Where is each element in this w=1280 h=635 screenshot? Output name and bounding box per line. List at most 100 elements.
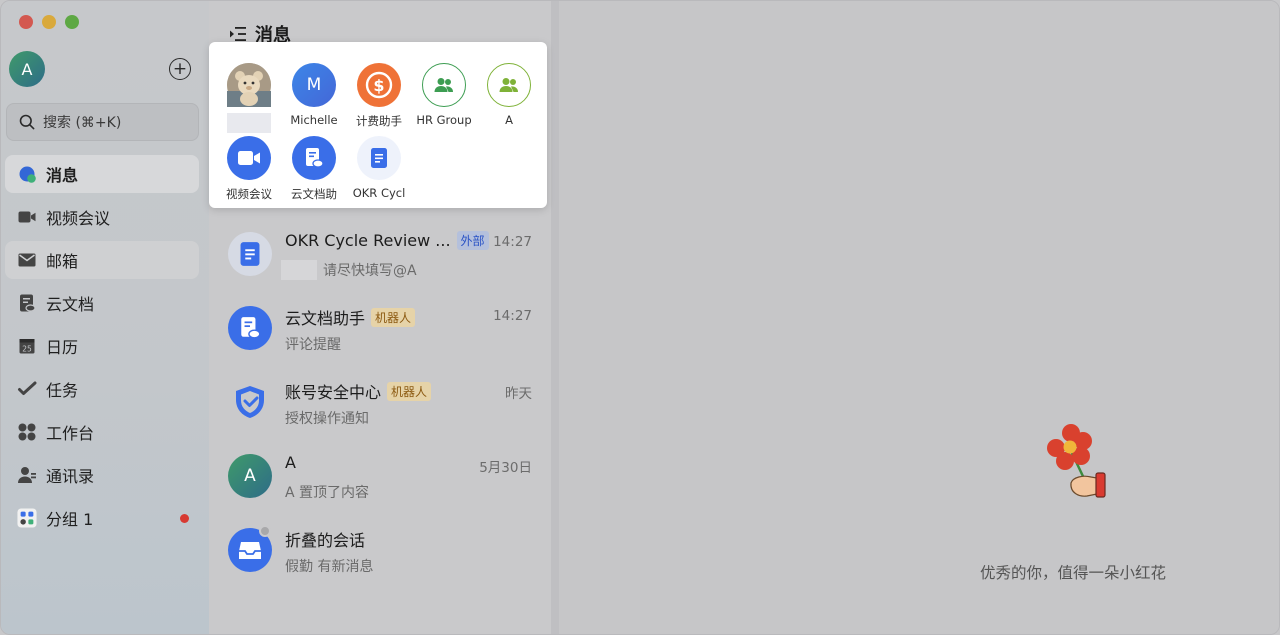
chat-time: 14:27 xyxy=(493,234,532,250)
sidebar-item-video-meetings[interactable]: 视频会议 xyxy=(5,198,199,236)
close-window-button[interactable] xyxy=(19,15,33,29)
search-icon xyxy=(19,114,35,130)
add-button[interactable]: + xyxy=(169,58,191,80)
pinned-item-label: 云文档助 xyxy=(291,187,337,201)
pinned-item[interactable]: HR Group xyxy=(412,63,476,127)
shield-icon xyxy=(228,380,272,424)
pinned-item[interactable]: 视频会议 xyxy=(217,136,281,202)
zoom-window-button[interactable] xyxy=(65,15,79,29)
chat-row[interactable]: 账号安全中心 机器人 昨天 授权操作通知 xyxy=(209,367,551,437)
video-camera-icon xyxy=(227,136,271,180)
pinned-item[interactable]: 云文档助 xyxy=(282,136,346,202)
cloud-doc-icon xyxy=(292,136,336,180)
chat-row[interactable]: A A 5月30日 A 置顶了内容 xyxy=(209,441,551,511)
chat-preview-text: 请尽快填写@A xyxy=(323,263,417,279)
sidebar-item-label: 云文档 xyxy=(46,295,95,314)
pinned-item[interactable] xyxy=(217,63,281,133)
chat-row[interactable]: 云文档助手 机器人 14:27 评论提醒 xyxy=(209,293,551,363)
calendar-icon: 25 xyxy=(17,336,37,356)
sidebar-item-mail[interactable]: 邮箱 xyxy=(5,241,199,279)
chat-preview: 授权操作通知 xyxy=(285,411,369,427)
sidebar-item-calendar[interactable]: 25 日历 xyxy=(5,327,199,365)
pinned-item[interactable]: A xyxy=(477,63,541,127)
group-icon xyxy=(487,63,531,107)
avatar-initial: A xyxy=(244,466,256,486)
sidebar-item-contacts[interactable]: 通讯录 xyxy=(5,456,199,494)
sidebar-item-messages[interactable]: 消息 xyxy=(5,155,199,193)
collapse-list-icon[interactable] xyxy=(229,26,247,42)
chat-name: A xyxy=(285,453,296,472)
bot-tag: 机器人 xyxy=(371,307,416,327)
pinned-item-label: OKR Cycl xyxy=(352,186,406,200)
cloud-doc-icon xyxy=(17,293,37,313)
app-window: A + 搜索 (⌘+K) 消息 视频会议 邮箱 云文档 25 日历 任务 工作台… xyxy=(0,0,1280,635)
sidebar-item-label: 分组 1 xyxy=(46,510,94,529)
external-tag: 外部 xyxy=(456,231,489,250)
pinned-item-label: 视频会议 xyxy=(226,187,272,201)
chat-time: 5月30日 xyxy=(479,460,532,476)
redacted-name xyxy=(281,260,317,280)
video-camera-icon xyxy=(17,207,37,227)
billing-coin-icon: $ xyxy=(357,63,401,107)
chat-preview: 假勤 有新消息 xyxy=(285,559,374,575)
pinned-item-label: A xyxy=(505,113,513,127)
search-box[interactable]: 搜索 (⌘+K) xyxy=(6,103,199,141)
avatar-initial: M xyxy=(306,75,322,95)
sidebar-nav: 消息 视频会议 邮箱 云文档 25 日历 任务 工作台 通讯录 分组 1 xyxy=(5,155,199,542)
scrollbar[interactable] xyxy=(551,1,559,634)
bear-avatar-icon xyxy=(227,63,271,107)
search-label: 搜索 (⌘+K) xyxy=(43,115,122,131)
chat-title: 账号安全中心 机器人 xyxy=(285,379,432,403)
chat-row[interactable]: OKR Cycle Review ... 外部 14:27 请尽快填写@A xyxy=(209,219,551,289)
document-icon xyxy=(228,232,272,276)
sidebar: A + 搜索 (⌘+K) 消息 视频会议 邮箱 云文档 25 日历 任务 工作台… xyxy=(1,1,209,634)
unread-dot xyxy=(180,514,189,523)
chat-title: 云文档助手 机器人 xyxy=(285,305,416,329)
chat-name: OKR Cycle Review ... xyxy=(285,231,451,250)
cloud-doc-icon xyxy=(228,306,272,350)
task-check-icon xyxy=(17,379,37,399)
group-icon xyxy=(422,63,466,107)
workplace-grid-icon xyxy=(17,422,37,442)
sidebar-item-cloud-docs[interactable]: 云文档 xyxy=(5,284,199,322)
sidebar-item-group-1[interactable]: 分组 1 xyxy=(5,499,199,537)
sidebar-item-label: 视频会议 xyxy=(46,209,111,228)
svg-text:$: $ xyxy=(373,76,384,95)
group-icon xyxy=(17,508,37,528)
chat-title: 折叠的会话 xyxy=(285,527,365,551)
sidebar-item-workplace[interactable]: 工作台 xyxy=(5,413,199,451)
sidebar-item-label: 工作台 xyxy=(46,424,95,443)
minimize-window-button[interactable] xyxy=(42,15,56,29)
pinned-item-label xyxy=(227,113,271,133)
sidebar-item-label: 任务 xyxy=(46,381,79,400)
pinned-item[interactable]: M Michelle xyxy=(282,63,346,127)
chat-title: A xyxy=(285,453,296,472)
empty-state-text: 优秀的你，值得一朵小红花 xyxy=(980,564,1167,582)
chat-name: 账号安全中心 xyxy=(285,383,382,402)
plus-icon: + xyxy=(172,58,188,79)
chat-time: 昨天 xyxy=(505,386,532,402)
empty-conversation-pane: 优秀的你，值得一朵小红花 xyxy=(559,1,1279,634)
pinned-item[interactable]: $ 计费助手 xyxy=(347,63,411,129)
user-avatar[interactable]: A xyxy=(9,51,45,87)
chat-row[interactable]: 折叠的会话 假勤 有新消息 xyxy=(209,515,551,585)
pinned-item-label: 计费助手 xyxy=(356,114,402,128)
chat-name: 云文档助手 xyxy=(285,309,366,328)
document-icon xyxy=(357,136,401,180)
bot-tag: 机器人 xyxy=(387,381,432,401)
pinned-item-label: HR Group xyxy=(416,113,472,127)
pinned-item[interactable]: OKR Cycl xyxy=(347,136,411,200)
contacts-icon xyxy=(17,465,37,485)
chat-title: OKR Cycle Review ... 外部 xyxy=(285,231,489,250)
sidebar-item-tasks[interactable]: 任务 xyxy=(5,370,199,408)
chat-preview: 评论提醒 xyxy=(285,337,341,353)
sidebar-item-label: 消息 xyxy=(46,166,79,185)
sidebar-item-label: 通讯录 xyxy=(46,467,95,486)
avatar: M xyxy=(292,63,336,107)
chat-preview: A 置顶了内容 xyxy=(285,485,370,501)
sidebar-item-label: 日历 xyxy=(46,338,79,357)
avatar: A xyxy=(228,454,272,498)
user-avatar-initial: A xyxy=(21,59,33,79)
chat-preview: 请尽快填写@A xyxy=(281,260,417,280)
window-controls xyxy=(19,15,79,29)
